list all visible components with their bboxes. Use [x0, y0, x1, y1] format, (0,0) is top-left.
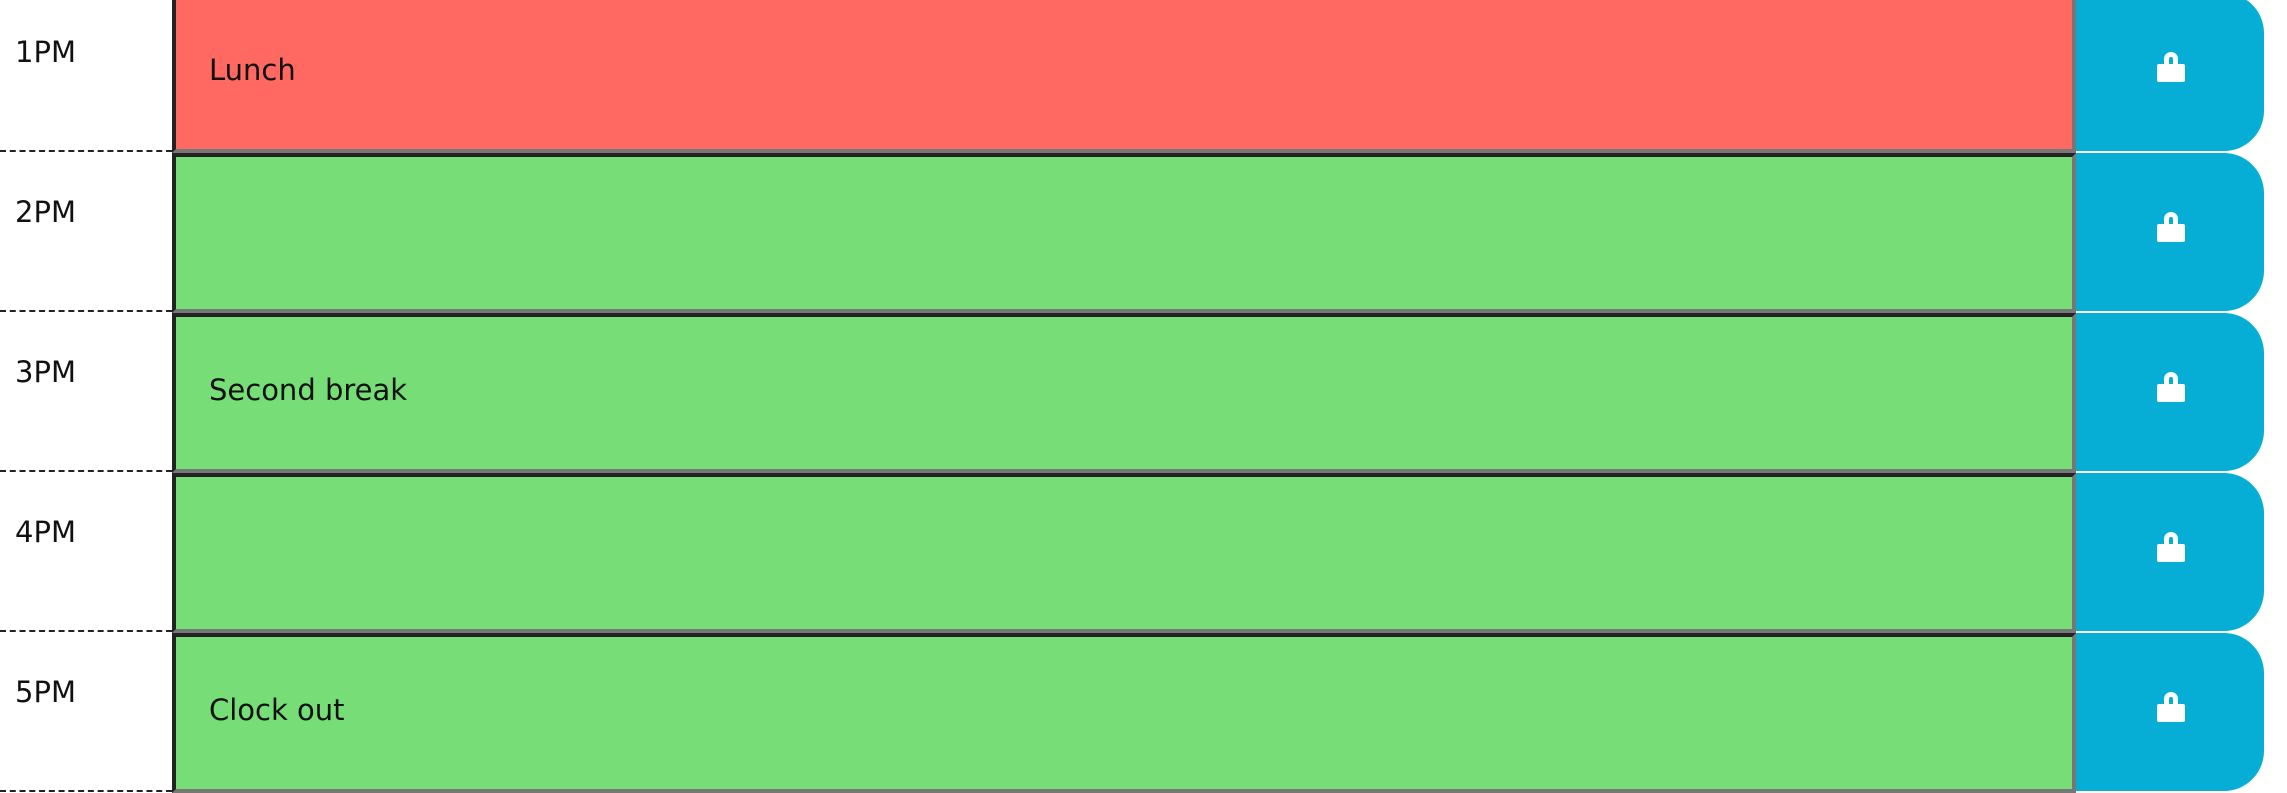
hour-label: 1PM: [0, 0, 172, 152]
hour-label: 2PM: [0, 153, 172, 312]
event-description-input[interactable]: [172, 473, 2076, 633]
time-block-5pm: 5PM Clock out: [0, 633, 2287, 793]
lock-icon: [2157, 372, 2185, 402]
hour-label: 5PM: [0, 633, 172, 792]
save-button[interactable]: [2076, 473, 2264, 631]
lock-icon: [2157, 212, 2185, 242]
time-block-1pm: 1PM Lunch: [0, 0, 2287, 153]
lock-icon: [2157, 532, 2185, 562]
save-button[interactable]: [2076, 153, 2264, 311]
lock-icon: [2157, 52, 2185, 82]
time-block-4pm: 4PM: [0, 473, 2287, 633]
time-block-2pm: 2PM: [0, 153, 2287, 313]
hour-label: 4PM: [0, 473, 172, 632]
time-block-3pm: 3PM Second break: [0, 313, 2287, 473]
event-description-input[interactable]: Lunch: [172, 0, 2076, 153]
event-description-input[interactable]: Second break: [172, 313, 2076, 473]
save-button[interactable]: [2076, 313, 2264, 471]
save-button[interactable]: [2076, 0, 2264, 151]
save-button[interactable]: [2076, 633, 2264, 791]
event-description-input[interactable]: Clock out: [172, 633, 2076, 793]
hour-label: 3PM: [0, 313, 172, 472]
event-description-input[interactable]: [172, 153, 2076, 313]
time-block-list: 1PM Lunch 2PM 3PM Second break 4PM 5PM C…: [0, 0, 2287, 793]
lock-icon: [2157, 692, 2185, 722]
